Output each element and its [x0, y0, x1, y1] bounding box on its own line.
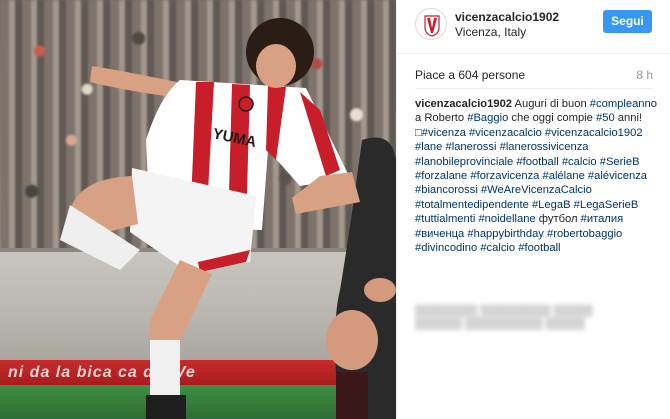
post-header: vicenzacalcio1902 Vicenza, Italy Segui [397, 0, 670, 54]
caption-fragment: футбол [535, 213, 581, 226]
caption-fragment: □ [415, 126, 422, 139]
post-side-panel: vicenzacalcio1902 Vicenza, Italy Segui P… [396, 0, 670, 419]
hashtag-link[interactable]: #LegaB [532, 199, 571, 211]
hashtag-link[interactable]: #LegaSerieB [574, 199, 639, 211]
post-timestamp[interactable]: 8 h [636, 68, 653, 82]
hashtag-link[interactable]: #forzavicenza [470, 170, 539, 182]
hashtag-link[interactable]: #happybirthday [467, 228, 544, 240]
hashtag-link[interactable]: #tuttialmenti [415, 213, 475, 225]
hashtag-link[interactable]: #football [518, 242, 560, 254]
follow-button[interactable]: Segui [603, 10, 652, 33]
hashtag-link[interactable]: #италия [581, 213, 624, 225]
hashtag-link[interactable]: #vicenza [422, 127, 466, 139]
post-photo[interactable]: ni da la bica ca del Ve YUMA [0, 0, 396, 419]
post-username[interactable]: vicenzacalcio1902 [455, 10, 559, 24]
caption-text: Auguri di buon #compleanno a Roberto #Ba… [415, 98, 657, 254]
caption-fragment: anni! [614, 112, 643, 125]
post-location[interactable]: Vicenza, Italy [455, 25, 526, 39]
hashtag-link[interactable]: #divincodino [415, 242, 477, 254]
caption-fragment: Auguri di buon [514, 98, 590, 110]
hashtag-link[interactable]: #50 [596, 112, 615, 124]
hashtag-link[interactable]: #noidellane [478, 213, 535, 225]
blurred-comment: ▒▒▒▒▒▒▒▒ ▒▒▒▒▒▒▒▒▒ ▒▒▒▒▒ ▒▒▒▒▒▒ ▒▒▒▒▒▒▒▒▒… [415, 305, 593, 330]
caption-fragment: a Roberto [415, 112, 468, 125]
hashtag-link[interactable]: #football [516, 156, 558, 168]
hashtag-link[interactable]: #calcio [562, 156, 597, 168]
hashtag-link[interactable]: #alélane [543, 170, 585, 182]
hashtag-link[interactable]: #WeAreVicenzaCalcio [481, 184, 592, 196]
hashtag-link[interactable]: #totalmentedipendente [415, 199, 529, 211]
hashtag-link[interactable]: #Baggio [467, 112, 508, 124]
hashtag-link[interactable]: #lanerossivicenza [500, 141, 589, 153]
hashtag-link[interactable]: #виченца [415, 228, 464, 240]
caption-fragment: che oggi compie [508, 112, 596, 125]
caption-author[interactable]: vicenzacalcio1902 [415, 98, 512, 110]
stats-divider [415, 88, 653, 89]
hashtag-link[interactable]: #lanobileprovinciale [415, 156, 513, 168]
hashtag-link[interactable]: #alévicenza [588, 170, 647, 182]
photo-player-figure: YUMA [60, 18, 396, 419]
likes-count[interactable]: Piace a 604 persone [415, 68, 525, 82]
hashtag-link[interactable]: #vicenzacalcio1902 [545, 127, 643, 139]
hashtag-link[interactable]: #compleanno [590, 98, 657, 110]
hashtag-link[interactable]: #SerieB [600, 156, 640, 168]
hashtag-link[interactable]: #robertobaggio [547, 228, 622, 240]
hashtag-link[interactable]: #lanerossi [445, 141, 496, 153]
hashtag-link[interactable]: #calcio [480, 242, 515, 254]
post-caption: vicenzacalcio1902 Auguri di buon #comple… [415, 97, 657, 255]
post-stats-row: Piace a 604 persone 8 h [415, 66, 653, 86]
hashtag-link[interactable]: #vicenzacalcio [469, 127, 542, 139]
hashtag-link[interactable]: #biancorossi [415, 184, 478, 196]
hashtag-link[interactable]: #forzalane [415, 170, 467, 182]
vicenza-calcio-logo-icon[interactable] [415, 8, 447, 40]
hashtag-link[interactable]: #lane [415, 141, 442, 153]
